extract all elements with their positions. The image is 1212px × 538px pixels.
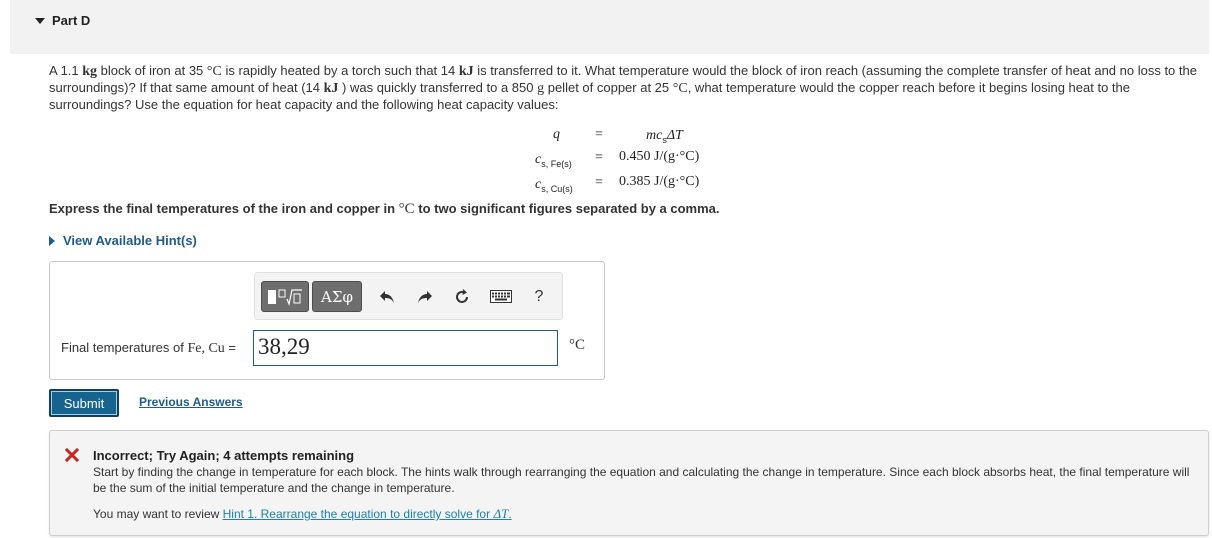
eq1-lhs: q: [553, 127, 560, 142]
eq1-rhs-m: mc: [646, 128, 663, 143]
answer-unit: °C: [569, 337, 586, 353]
hint-1-link-end: .: [508, 507, 512, 521]
eq3-equals: =: [595, 175, 603, 190]
previous-answers-link[interactable]: Previous Answers: [139, 395, 243, 409]
templates-icon: [268, 288, 302, 306]
unit-celsius: °C: [398, 201, 415, 217]
problem-text: ) was quickly transferred to a 850: [338, 80, 538, 95]
eq1-rhs-dt: ΔT: [666, 128, 683, 143]
hint-1-link[interactable]: Hint 1. Rearrange the equation to direct…: [222, 506, 512, 521]
problem-statement: A 1.1 kg block of iron at 35 °C is rapid…: [49, 63, 1209, 113]
unit-kj: kJ: [458, 64, 474, 79]
eq3-lhs-sub: s, Cu(s): [541, 183, 573, 194]
view-hints-label: View Available Hint(s): [63, 233, 197, 248]
eq2-lhs: cs, Fe(s): [535, 150, 572, 169]
collapse-triangle-icon[interactable]: [30, 11, 50, 31]
feedback-review-prefix: You may want to review: [93, 507, 223, 521]
answer-label-suffix: =: [224, 340, 237, 355]
unit-celsius: °C: [672, 81, 688, 96]
templates-button[interactable]: [261, 281, 309, 312]
eq1-equals: =: [595, 127, 603, 142]
part-title: Part D: [52, 13, 91, 28]
expand-triangle-icon: [49, 236, 55, 246]
feedback-body: Start by finding the change in temperatu…: [93, 465, 1190, 495]
feedback-panel: Incorrect; Try Again; 4 attempts remaini…: [49, 430, 1209, 536]
eq3-rhs: 0.385 J/(g·°C): [619, 174, 700, 189]
feedback-review: You may want to review Hint 1. Rearrange…: [93, 506, 512, 522]
view-hints-link[interactable]: View Available Hint(s): [49, 233, 197, 248]
symbols-button[interactable]: ΑΣφ: [312, 281, 362, 312]
incorrect-x-icon: [64, 447, 80, 463]
instruction-text: to two significant figures separated by …: [414, 201, 720, 216]
eq3-lhs: cs, Cu(s): [535, 175, 573, 194]
problem-text: is rapidly heated by a torch such that 1…: [221, 63, 459, 78]
answer-label: Final temperatures of Fe, Cu =: [61, 340, 236, 357]
submit-button[interactable]: Submit: [49, 389, 119, 417]
answer-label-vars: Fe, Cu: [187, 341, 225, 356]
instruction-text: Express the final temperatures of the ir…: [49, 201, 399, 216]
answer-input[interactable]: 38,29: [253, 330, 558, 366]
unit-kg: kg: [82, 64, 98, 79]
eq1-rhs: mcsΔT: [646, 126, 683, 145]
eq2-rhs: 0.450 J/(g·°C): [619, 149, 700, 164]
math-toolbar: ΑΣφ ?: [254, 272, 563, 320]
eq2-equals: =: [595, 150, 603, 165]
unit-celsius: °C: [206, 64, 222, 79]
unit-kj: kJ: [323, 81, 339, 96]
answer-label-prefix: Final temperatures of: [61, 340, 188, 355]
problem-text: block of iron at 35: [97, 63, 207, 78]
feedback-title: Incorrect; Try Again; 4 attempts remaini…: [93, 448, 355, 463]
redo-icon[interactable]: [413, 281, 435, 312]
reset-icon[interactable]: [451, 281, 473, 312]
instruction: Express the final temperatures of the ir…: [49, 201, 720, 218]
undo-icon[interactable]: [377, 281, 399, 312]
hint-1-link-var: ΔT: [493, 506, 509, 521]
part-header: Part D: [10, 0, 1209, 54]
hint-1-link-text: Hint 1. Rearrange the equation to direct…: [222, 507, 494, 521]
keyboard-icon[interactable]: [488, 281, 514, 312]
help-button[interactable]: ?: [529, 281, 549, 312]
eq2-lhs-sub: s, Fe(s): [541, 158, 572, 169]
problem-text: A 1.1: [49, 63, 83, 78]
problem-text: pellet of copper at 25: [544, 80, 673, 95]
answer-box: ΑΣφ ? Final temperatures of Fe, Cu = 38,…: [49, 261, 605, 380]
